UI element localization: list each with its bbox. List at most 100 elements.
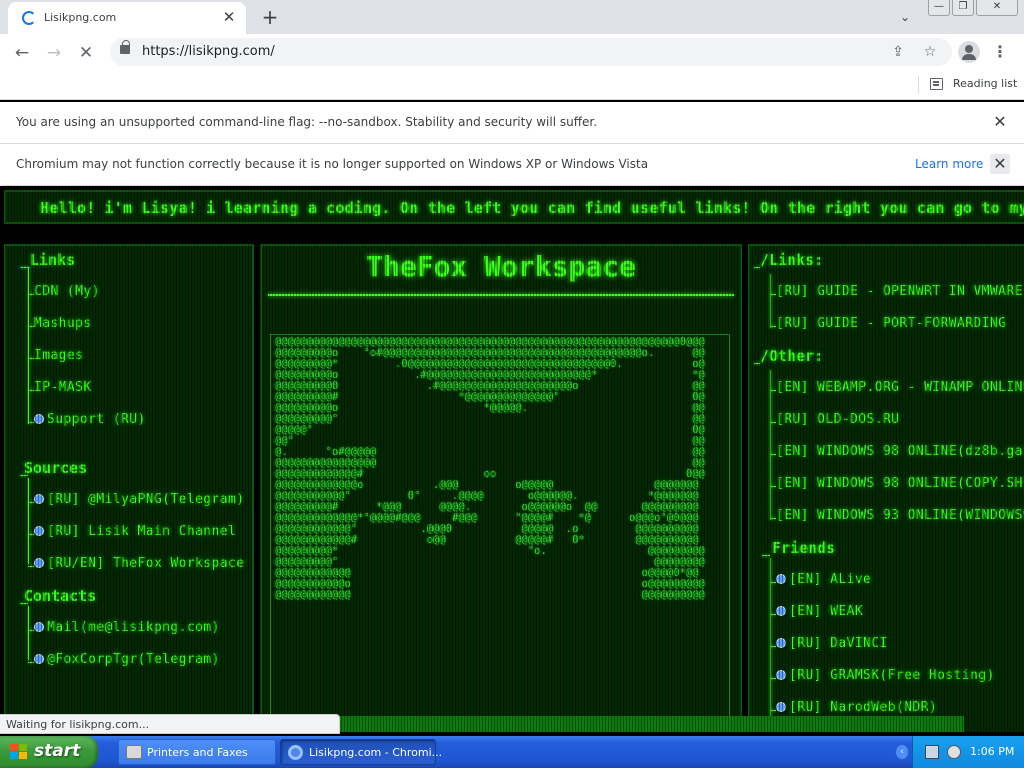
contacts-heading: Contacts [24, 587, 97, 605]
new-tab-button[interactable]: + [258, 5, 282, 29]
globe-icon [776, 670, 786, 680]
printer-icon [126, 745, 142, 759]
other-link-win98-dz8b[interactable]: [EN] WINDOWS 98 ONLINE(dz8b.ga) [776, 444, 1024, 459]
guide-port-forwarding-link[interactable]: [RU] GUIDE - PORT-FORWARDING [776, 316, 1006, 331]
tab-search-chevron-icon[interactable]: ⌄ [895, 7, 915, 27]
infobar-close-icon[interactable]: ✕ [990, 112, 1010, 132]
globe-icon [34, 622, 44, 632]
tree-line [770, 370, 771, 520]
friend-label: [RU] GRAMSK(Free Hosting) [789, 668, 995, 683]
friend-narodweb[interactable]: [RU] NarodWeb(NDR) [776, 700, 937, 715]
link-ip-mask[interactable]: IP-MASK [34, 380, 92, 395]
footer-bar [340, 716, 964, 732]
keyboard-icon[interactable] [925, 745, 939, 759]
tab-title: Lisikpng.com [44, 11, 117, 24]
start-button[interactable]: start [0, 736, 98, 768]
url-text[interactable]: https://lisikpng.com/ [142, 44, 275, 59]
tree-line [28, 268, 29, 424]
guide-openwrt-link[interactable]: [RU] GUIDE - OPENWRT IN VMWARE [776, 284, 1023, 299]
bookmarks-bar: Reading list [0, 70, 1024, 100]
infobar-unsupported-os: Chromium may not function correctly beca… [0, 144, 1024, 186]
tab-close-icon[interactable]: ✕ [220, 8, 238, 26]
taskbar-item-label: Lisikpng.com - Chromi... [309, 746, 443, 759]
links-heading: Links [30, 251, 76, 269]
back-arrow-icon[interactable]: ← [10, 41, 34, 65]
reading-list-icon[interactable] [930, 78, 943, 90]
learn-more-link[interactable]: Learn more [915, 157, 983, 171]
profile-avatar-icon[interactable] [958, 41, 980, 63]
tree-line [762, 555, 770, 556]
friend-alive[interactable]: [EN] ALive [776, 572, 871, 587]
globe-icon [776, 606, 786, 616]
link-support-label: Support (RU) [47, 412, 146, 427]
network-icon[interactable] [947, 745, 961, 759]
bookmarks-divider [918, 76, 919, 94]
chromium-icon [288, 745, 303, 760]
other-link-webamp[interactable]: [EN] WEBAMP.ORG - WINAMP ONLINE [776, 380, 1024, 395]
window-controls: — ❐ ✕ [928, 0, 1018, 16]
stop-loading-icon[interactable]: ✕ [74, 41, 98, 65]
marquee-text: Hello! i'm Lisya! i learning a coding. O… [40, 199, 1024, 217]
globe-icon [776, 638, 786, 648]
link-cdn[interactable]: CDN (My) [34, 284, 100, 299]
infobar-close-icon[interactable]: ✕ [990, 154, 1010, 174]
globe-icon [34, 526, 44, 536]
tree-line [770, 558, 771, 732]
friend-gramsk[interactable]: [RU] GRAMSK(Free Hosting) [776, 668, 995, 683]
friend-weak[interactable]: [EN] WEAK [776, 604, 863, 619]
tray-expand-icon[interactable]: ‹ [895, 744, 909, 760]
other-link-win93[interactable]: [EN] WINDOWS 93 ONLINE(WINDOWS93 [776, 508, 1024, 523]
tree-line [28, 606, 29, 660]
minimize-button[interactable]: — [928, 0, 950, 16]
center-panel: TheFox Workspace @@@@@@@@@@@@@@@@@@@@@@@… [260, 244, 742, 732]
tab-lisikpng[interactable]: Lisikpng.com ✕ [8, 2, 246, 34]
globe-icon [34, 558, 44, 568]
globe-icon [776, 702, 786, 712]
restore-button[interactable]: ❐ [952, 0, 974, 16]
contact-mail[interactable]: Mail(me@lisikpng.com) [34, 620, 220, 635]
source-label: [RU] @MilyaPNG(Telegram) [47, 492, 245, 507]
taskbar-item-printers[interactable]: Printers and Faxes [118, 739, 276, 765]
friend-davinci[interactable]: [RU] DaVINCI [776, 636, 888, 651]
infobar-message: Chromium may not function correctly beca… [16, 157, 649, 171]
lock-icon[interactable] [120, 40, 130, 54]
sources-heading: Sources [24, 459, 88, 477]
share-icon[interactable]: ⇪ [888, 42, 908, 62]
friend-label: [RU] NarodWeb(NDR) [789, 700, 938, 715]
source-milyapng[interactable]: [RU] @MilyaPNG(Telegram) [34, 492, 244, 507]
taskbar-item-label: Printers and Faxes [147, 746, 248, 759]
infobar-no-sandbox: You are using an unsupported command-lin… [0, 102, 1024, 144]
browser-toolbar: ← → ✕ https://lisikpng.com/ ⇪ ☆ ⋮ [0, 34, 1024, 70]
other-link-old-dos[interactable]: [RU] OLD-DOS.RU [776, 412, 899, 427]
ascii-fox-art: @@@@@@@@@@@@@@@@@@@@@@@@@@@@@@@@@@@@@@@@… [275, 336, 705, 601]
friend-label: [EN] WEAK [789, 604, 864, 619]
bookmark-star-icon[interactable]: ☆ [920, 42, 940, 62]
globe-icon [34, 414, 44, 424]
forward-arrow-icon[interactable]: → [42, 41, 66, 65]
system-tray: 1:06 PM [912, 736, 1024, 768]
source-lisik-main[interactable]: [RU] Lisik Main Channel [34, 524, 236, 539]
page-title: TheFox Workspace [366, 250, 636, 283]
clock[interactable]: 1:06 PM [970, 745, 1014, 758]
address-bar[interactable]: https://lisikpng.com/ ⇪ ☆ [110, 38, 952, 66]
windows-flag-icon [10, 744, 28, 760]
window-close-button[interactable]: ✕ [976, 0, 1018, 16]
link-support[interactable]: Support (RU) [34, 412, 146, 427]
globe-icon [34, 494, 44, 504]
browser-menu-icon[interactable]: ⋮ [990, 41, 1010, 63]
friend-label: [RU] DaVINCI [789, 636, 888, 651]
infobar-message: You are using an unsupported command-lin… [16, 115, 598, 129]
source-thefox[interactable]: [RU/EN] TheFox Workspace [34, 556, 244, 571]
reading-list-button[interactable]: Reading list [953, 77, 1017, 90]
start-label: start [34, 741, 81, 761]
loading-spinner-icon [22, 11, 36, 25]
other-link-win98-copysh[interactable]: [EN] WINDOWS 98 ONLINE(COPY.SH) [776, 476, 1024, 491]
taskbar-item-chromium[interactable]: Lisikpng.com - Chromi... [280, 739, 442, 765]
link-mashups[interactable]: Mashups [34, 316, 92, 331]
contact-telegram[interactable]: @FoxCorpTgr(Telegram) [34, 652, 220, 667]
source-label: [RU] Lisik Main Channel [47, 524, 237, 539]
ascii-art-frame: @@@@@@@@@@@@@@@@@@@@@@@@@@@@@@@@@@@@@@@@… [270, 334, 730, 732]
source-label: [RU/EN] TheFox Workspace [47, 556, 245, 571]
link-images[interactable]: Images [34, 348, 83, 363]
contact-label: Mail(me@lisikpng.com) [47, 620, 220, 635]
